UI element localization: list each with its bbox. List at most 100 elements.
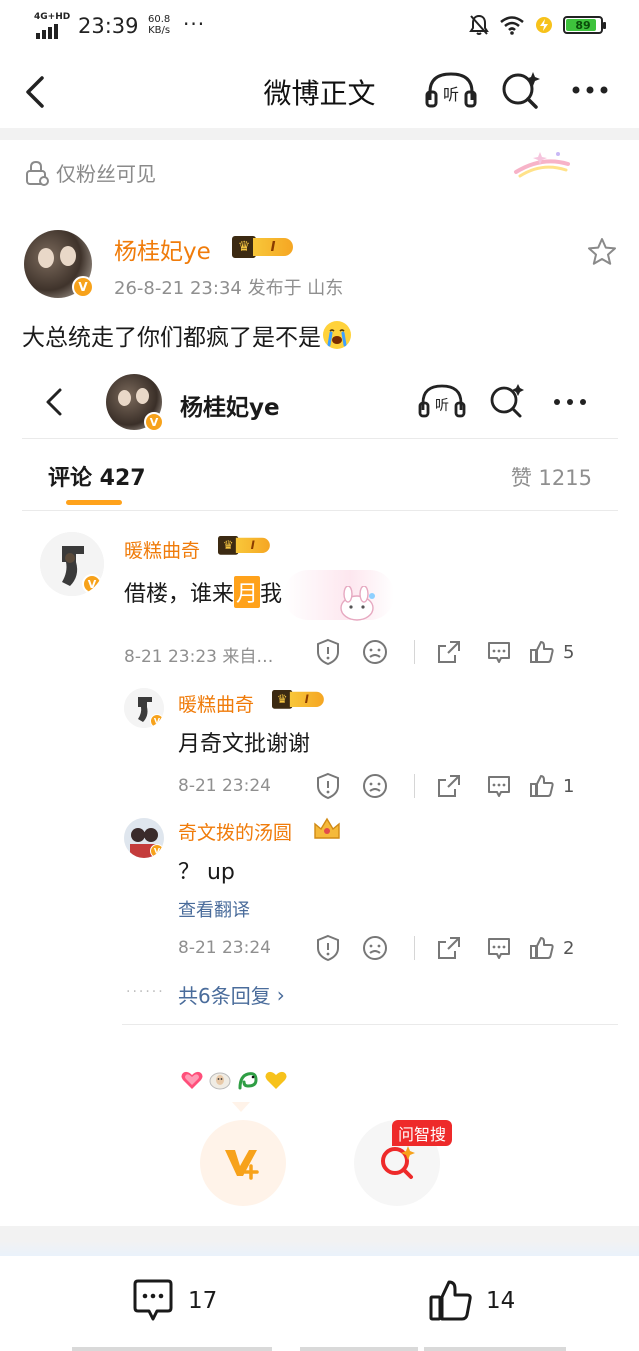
like-count: 2 <box>563 937 575 959</box>
bottom-strip <box>72 1347 272 1351</box>
heart-emoji-icon <box>181 1071 203 1089</box>
like-count: 5 <box>563 641 575 663</box>
thumbs-up-icon <box>429 1280 472 1321</box>
vplus-icon <box>225 1150 259 1180</box>
embed-verified-badge-icon: V <box>144 412 164 432</box>
chevron-right-icon: › <box>276 982 285 1007</box>
reply-avatar: V <box>124 688 164 728</box>
comment-text-highlight: 月 <box>234 576 261 608</box>
author-name[interactable]: 杨桂妃ye <box>114 232 211 266</box>
post-meta: 26-8-21 23:34 发布于 山东 <box>114 278 344 299</box>
favorite-star-icon[interactable] <box>586 236 618 268</box>
thumbs-up-icon <box>530 641 554 663</box>
bottom-strip <box>424 1347 566 1351</box>
embed-avatar-face-left <box>118 390 131 406</box>
visibility-label: 仅粉丝可见 <box>24 158 156 187</box>
reply-avatar: V <box>124 818 164 858</box>
network-speed-unit: KB/s <box>148 25 171 36</box>
comment-button[interactable]: 17 <box>130 1278 217 1324</box>
comment-time: 8-21 23:23 来自… <box>124 647 274 667</box>
svg-text:听: 听 <box>443 85 459 104</box>
mute-icon <box>469 14 489 35</box>
comment-bubble-icon <box>133 1279 173 1321</box>
embed-back-arrow-icon <box>46 388 62 416</box>
yellow-heart-emoji-icon <box>265 1071 287 1089</box>
view-replies-label: 共6条回复 <box>178 984 271 1008</box>
comment-author-name: 暖糕曲奇 <box>124 540 201 562</box>
reply-text: 月奇文批谢谢 <box>178 732 311 757</box>
sheep-emoji-icon <box>209 1072 231 1090</box>
action-divider <box>414 774 415 798</box>
svg-text:听: 听 <box>435 398 449 414</box>
network-speed: 60.8 KB/s <box>148 14 170 36</box>
member-level: I <box>253 238 293 256</box>
embed-divider <box>22 438 618 439</box>
tab-active-indicator <box>66 500 122 505</box>
battery-icon: 89 <box>563 16 606 34</box>
embedded-screenshot[interactable]: V 杨桂妃ye 听 评论 427 赞 1215 V 暖糕曲奇 ♛ I 借楼，谁来… <box>22 362 618 1032</box>
thumbs-up-icon <box>530 775 554 797</box>
comment-bubble-icon <box>469 772 529 800</box>
dislike-face-icon <box>346 934 404 962</box>
thumbs-up-icon <box>530 937 554 959</box>
reply-verified-badge-icon: V <box>150 714 164 728</box>
vplus-button[interactable] <box>200 1120 286 1206</box>
like-count: 1 <box>563 775 575 797</box>
comment-actions: 5 <box>310 638 574 666</box>
post-body: 大总统走了你们都疯了是不是 <box>22 325 321 351</box>
comment-verified-badge-icon: V <box>82 574 102 594</box>
replies-dots: ······ <box>126 984 165 1000</box>
reply-member-badge: ♛ I <box>272 690 324 709</box>
dragon-emoji-icon <box>238 1072 258 1090</box>
member-level-badge[interactable]: ♛ I <box>232 236 293 258</box>
status-bar: 4G+HD 23:39 60.8 KB/s ··· 89 <box>0 0 639 52</box>
listen-headphones-icon[interactable]: 听 <box>425 70 477 110</box>
wifi-icon <box>500 16 524 35</box>
emoji-pointer-icon <box>232 1102 250 1112</box>
like-action: 5 <box>529 638 574 666</box>
embed-avatar-face-right <box>136 388 149 404</box>
comment-text: 借楼，谁来月我 <box>124 576 282 608</box>
comment-member-level: I <box>235 537 270 553</box>
comment-text-end: 我 <box>260 582 283 607</box>
author-avatar[interactable]: V <box>24 230 94 298</box>
reply-text: ？ up <box>178 860 235 885</box>
like-button[interactable]: 14 <box>428 1278 515 1324</box>
dislike-face-icon <box>346 638 404 666</box>
embed-header-title: 杨桂妃ye <box>180 395 280 421</box>
comment-bubble-icon <box>469 934 529 962</box>
translate-link: 查看翻译 <box>178 900 250 921</box>
action-divider <box>414 936 415 960</box>
report-icon <box>310 934 346 962</box>
like-action: 1 <box>529 772 574 800</box>
post-text: 大总统走了你们都疯了是不是 <box>22 318 351 352</box>
sparkle-decoration-icon <box>514 152 570 178</box>
reply-actions: 1 <box>310 772 574 800</box>
lock-icon <box>26 160 49 186</box>
share-icon <box>429 934 469 962</box>
verified-badge-icon: V <box>72 276 94 298</box>
tab-likes: 赞 1215 <box>510 466 592 490</box>
reply-author-name: 暖糕曲奇 <box>178 694 255 716</box>
signal-icon <box>36 24 58 39</box>
emoji-reaction-row[interactable] <box>180 1068 288 1092</box>
ai-search-icon[interactable] <box>500 70 544 110</box>
reply-author-name: 奇文拨的汤圆 <box>178 822 293 844</box>
view-replies-link: 共6条回复 › <box>178 980 285 1009</box>
reply-member-level: I <box>289 691 324 707</box>
bottom-action-bar: 17 14 <box>0 1256 639 1351</box>
network-type: 4G+HD <box>34 12 71 22</box>
visibility-text: 仅粉丝可见 <box>56 162 156 186</box>
status-right: 89 <box>469 14 606 36</box>
reply-actions: 2 <box>310 934 574 962</box>
more-options-icon[interactable] <box>568 78 612 102</box>
action-divider <box>414 640 415 664</box>
top-nav: 微博正文 听 <box>0 52 639 128</box>
bottom-strip <box>300 1347 418 1351</box>
bunny-sticker-icon <box>340 586 375 621</box>
embed-more-options-icon <box>554 399 586 405</box>
embed-listen-headphones-icon: 听 <box>418 384 466 418</box>
status-time: 23:39 <box>78 14 139 38</box>
share-icon <box>429 772 469 800</box>
share-icon <box>429 638 469 666</box>
